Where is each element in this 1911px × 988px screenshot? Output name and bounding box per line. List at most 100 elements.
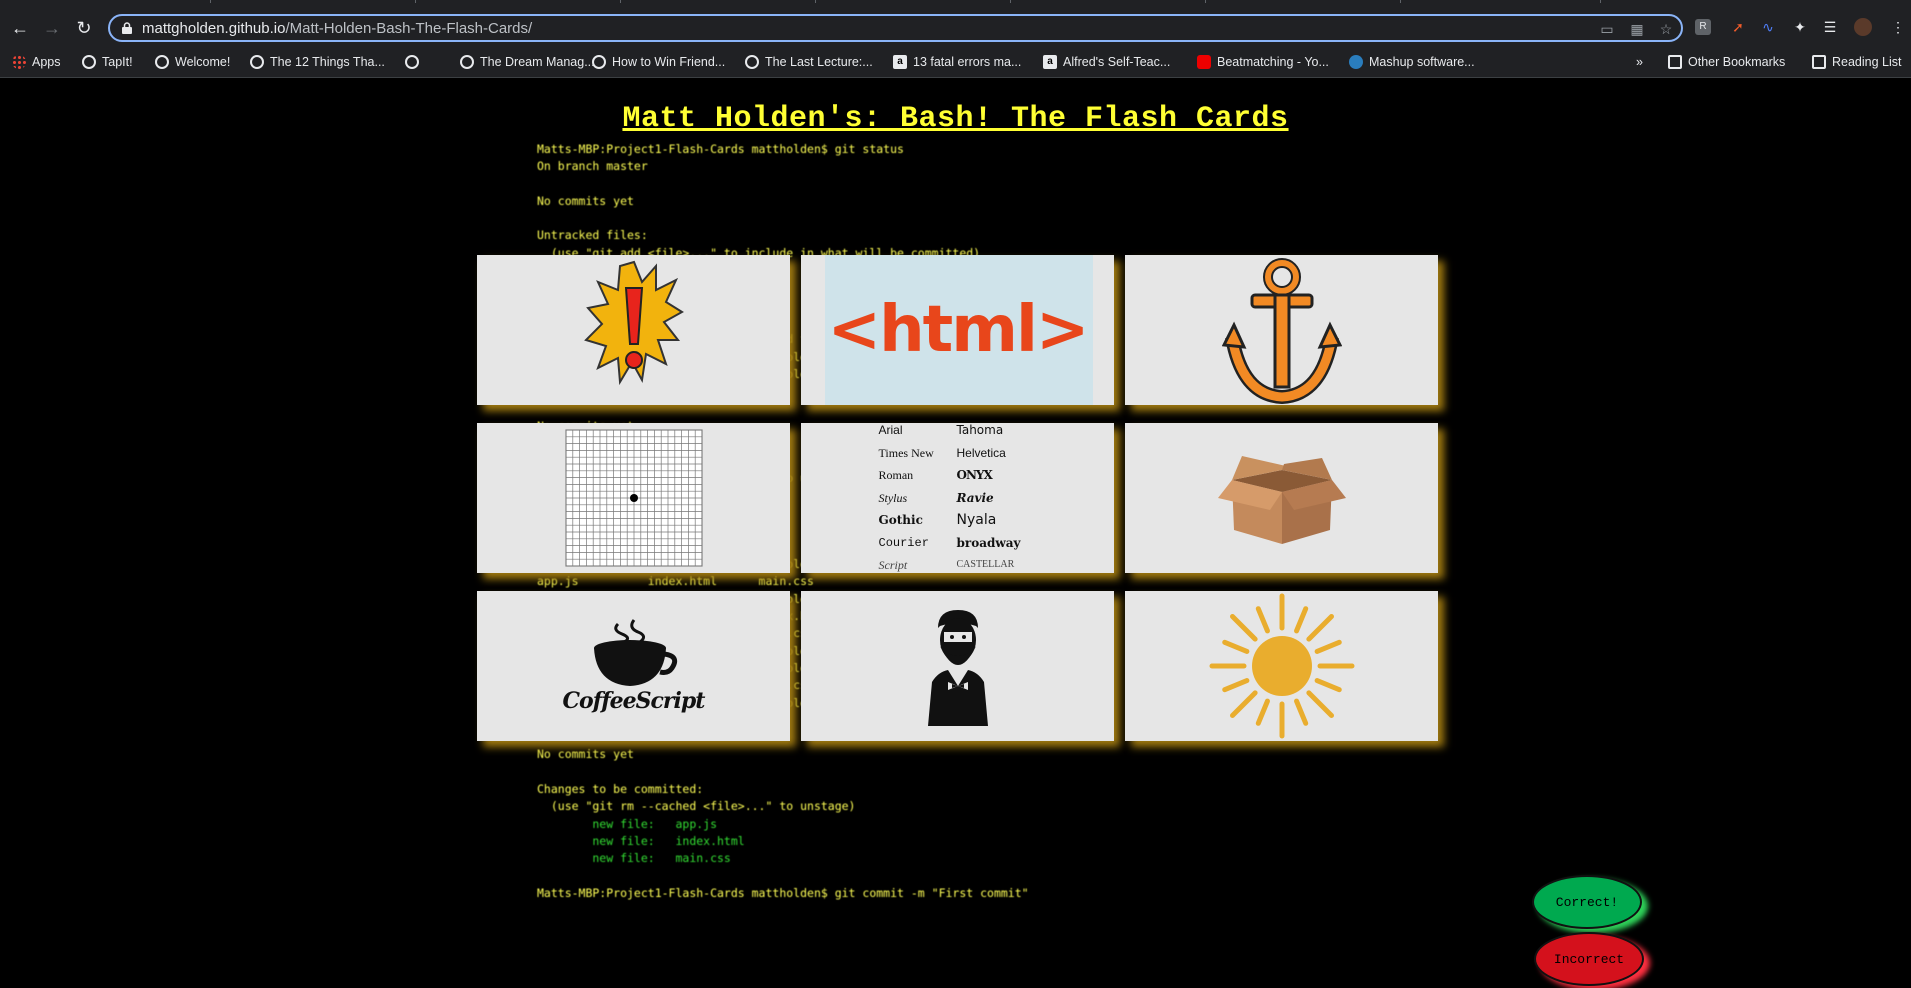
incorrect-button[interactable]: Incorrect <box>1534 932 1644 986</box>
qr-code-icon[interactable]: ▦ <box>1628 20 1646 38</box>
terminal-line: On branch master <box>537 159 648 174</box>
avatar[interactable] <box>1854 18 1872 36</box>
flash-card-anchor[interactable] <box>1125 255 1438 405</box>
url-host: mattgholden.github.io <box>142 20 286 37</box>
bookmark-item[interactable]: Mashup software... <box>1349 53 1475 71</box>
bookmark-label: Alfred's Self-Teac... <box>1063 55 1171 69</box>
bookmark-item[interactable]: How to Win Friend... <box>592 53 725 71</box>
address-bar[interactable]: mattgholden.github.io/Matt-Holden-Bash-T… <box>108 14 1683 42</box>
menu-icon[interactable]: ⋮ <box>1888 17 1908 37</box>
font-sample: ONYX <box>956 468 993 483</box>
amazon-icon: a <box>1043 55 1057 69</box>
bookmark-star-icon[interactable]: ☆ <box>1657 20 1675 38</box>
back-button[interactable]: ← <box>9 17 31 39</box>
cast-icon[interactable]: ▭ <box>1598 20 1616 38</box>
font-sample: Roman <box>878 468 914 483</box>
other-bookmarks-folder[interactable]: Other Bookmarks <box>1668 53 1785 71</box>
font-sample: Ravie <box>956 490 994 505</box>
folder-icon <box>1668 55 1682 69</box>
flash-card-sun[interactable] <box>1125 591 1438 741</box>
reading-list-icon <box>1812 55 1826 69</box>
flash-card-html[interactable]: <html> <box>801 255 1114 405</box>
reload-button[interactable]: ↻ <box>73 17 95 39</box>
terminal-line: No commits yet <box>537 747 634 762</box>
extension-icon[interactable]: ∿ <box>1758 17 1778 37</box>
grid-dot-icon <box>565 429 702 567</box>
exclamation-burst-icon <box>583 260 684 386</box>
globe-icon <box>250 55 264 69</box>
bookmark-label: The Dream Manag... <box>480 55 595 69</box>
media-control-icon[interactable]: ☰ <box>1820 17 1840 37</box>
bookmark-label: Mashup software... <box>1369 55 1475 69</box>
bookmark-item[interactable] <box>405 53 425 71</box>
forward-button[interactable]: → <box>41 17 63 39</box>
page-content: Matt Holden's: Bash! The Flash Cards Mat… <box>0 79 1911 988</box>
font-sample: Courier <box>878 535 929 550</box>
font-sample: Stylus <box>878 490 908 505</box>
other-bookmarks-folder-label: Other Bookmarks <box>1688 55 1786 69</box>
bookmark-label: How to Win Friend... <box>612 55 726 69</box>
bookmark-label: Beatmatching - Yo... <box>1217 55 1329 69</box>
globe-icon <box>460 55 474 69</box>
terminal-line: Untracked files: <box>537 228 648 243</box>
puzzle-icon[interactable]: ✦ <box>1790 17 1810 37</box>
bookmark-item[interactable]: Beatmatching - Yo... <box>1197 53 1329 71</box>
flash-card-box[interactable] <box>1125 423 1438 573</box>
bookmark-item[interactable]: TapIt! <box>82 53 133 71</box>
globe-icon <box>745 55 759 69</box>
url-text: mattgholden.github.io/Matt-Holden-Bash-T… <box>142 20 532 37</box>
apps-grid-icon <box>12 55 26 69</box>
amazon-icon: a <box>893 55 907 69</box>
extension-icon[interactable]: R <box>1695 19 1711 35</box>
flash-card-grid[interactable] <box>477 423 790 573</box>
bookmarks-overflow-button[interactable]: » <box>1636 53 1643 71</box>
terminal-line: new file: app.js <box>537 816 718 831</box>
font-sample: Arial <box>878 423 903 438</box>
bookmark-item[interactable]: The 12 Things Tha... <box>250 53 385 71</box>
bookmark-item[interactable]: Welcome! <box>155 53 230 71</box>
extension-icon[interactable]: ➚ <box>1728 17 1748 37</box>
reading-list-button[interactable]: Reading List <box>1812 53 1902 71</box>
bearded-man-icon <box>927 610 988 726</box>
terminal-line: app.js index.html main.css <box>537 574 814 589</box>
youtube-icon <box>1197 55 1211 69</box>
bookmark-item[interactable]: The Dream Manag... <box>460 53 595 71</box>
bookmark-item[interactable]: Apps <box>12 53 61 71</box>
bookmark-item[interactable]: a Alfred's Self-Teac... <box>1043 53 1170 71</box>
globe-icon <box>82 55 96 69</box>
terminal-line: new file: index.html <box>537 833 745 848</box>
correct-button[interactable]: Correct! <box>1532 875 1642 929</box>
lock-icon <box>122 22 132 34</box>
font-sample: Nyala <box>956 512 997 529</box>
tab-strip[interactable] <box>0 0 1911 8</box>
globe-icon <box>405 55 419 69</box>
html-tag-text: <html> <box>827 293 1089 367</box>
terminal-line: No commits yet <box>537 193 634 208</box>
bookmark-label: Welcome! <box>175 55 231 69</box>
terminal-line: (use "git rm --cached <file>..." to unst… <box>537 799 856 814</box>
flash-card-man[interactable] <box>801 591 1114 741</box>
flash-card-coffeescript[interactable]: CoffeeScript <box>477 591 790 741</box>
cardboard-box-icon <box>1217 456 1346 544</box>
bookmark-item[interactable]: The Last Lecture:... <box>745 53 873 71</box>
globe-icon <box>592 55 606 69</box>
coffee-cup-icon <box>594 619 678 686</box>
font-sample: CASTELLAR <box>956 559 1015 571</box>
font-sample: broadway <box>956 535 1021 550</box>
font-samples-icon: Arial Tahoma Times New Helvetica Roman O… <box>879 423 1037 573</box>
bookmark-item[interactable]: a 13 fatal errors ma... <box>893 53 1021 71</box>
font-sample: Times New <box>878 445 934 460</box>
bookmark-label: Apps <box>32 55 61 69</box>
flash-card-fonts[interactable]: Arial Tahoma Times New Helvetica Roman O… <box>801 423 1114 573</box>
terminal-line: new file: main.css <box>537 851 731 866</box>
bookmarks-bar: Apps TapIt! Welcome! The 12 Things Tha... Th… <box>0 50 1911 74</box>
page-title: Matt Holden's: Bash! The Flash Cards <box>622 102 1289 136</box>
mashup-icon <box>1349 55 1363 69</box>
terminal-line: Changes to be committed: <box>537 781 704 796</box>
bookmark-label: TapIt! <box>102 55 133 69</box>
font-sample: Tahoma <box>956 423 1004 438</box>
terminal-line: Matts-MBP:Project1-Flash-Cards mattholde… <box>537 885 1029 900</box>
flash-card-exclamation[interactable] <box>477 255 790 405</box>
font-sample: Helvetica <box>956 445 1006 460</box>
